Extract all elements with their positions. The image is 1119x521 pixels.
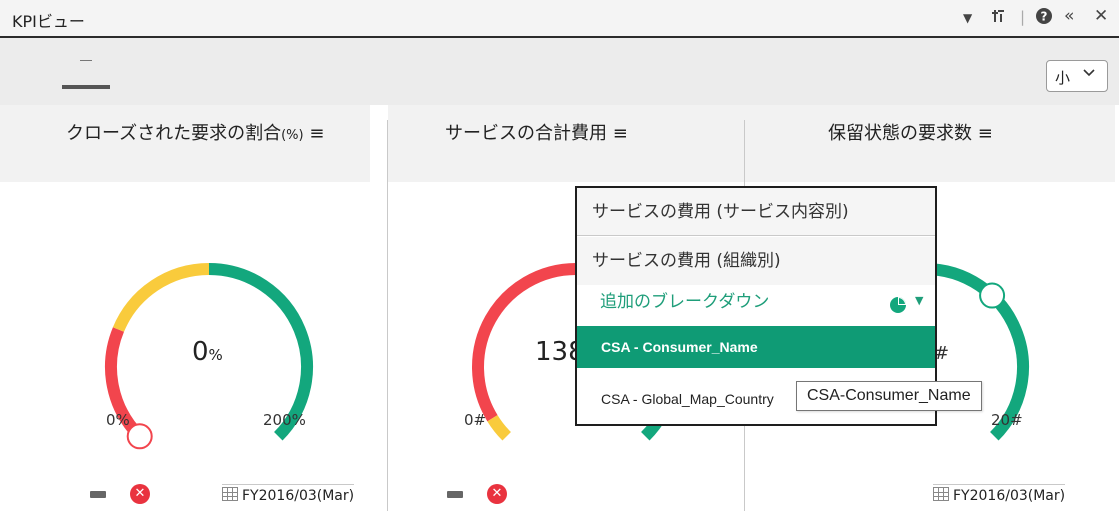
customize-icon[interactable] [992,8,1006,28]
gauge-max-label: 200% [263,411,306,429]
tab-dash [80,60,92,61]
dropdown-arrow-icon[interactable]: ▼ [963,11,972,25]
collapse-icon[interactable]: « [1064,6,1074,26]
gauge-yellow-segment [487,414,512,441]
calendar-icon [222,487,238,501]
dropdown-item-cost-by-service[interactable]: サービスの費用 (サービス内容別) [577,188,935,236]
remove-button[interactable]: ✕ [130,484,150,504]
gauge-max-label: 20# [991,411,1023,429]
gauge-min-label: 0% [106,411,130,429]
window-title: KPIビュー [12,12,85,31]
caret-down-icon[interactable]: ▼ [915,294,923,307]
svg-text:?: ? [1041,10,1048,24]
gauge-marker [979,282,1006,309]
gauge-yellow-segment [112,263,210,332]
gauge-min-label: 0# [464,411,487,429]
remove-button[interactable]: ✕ [487,484,507,504]
date-selector[interactable]: FY2016/03(Mar) [222,484,355,504]
minimize-button[interactable] [90,491,106,498]
gauge-chart [105,263,313,450]
help-icon[interactable]: ? [1036,8,1052,28]
chevron-down-icon [1083,67,1095,82]
view-toolbar [0,38,1119,105]
close-icon[interactable]: ✕ [1094,6,1108,26]
window-titlebar: KPIビュー ▼ | ? « ✕ [0,0,1119,38]
dropdown-option-consumer-name[interactable]: CSA - Consumer_Name [577,326,935,368]
calendar-icon [933,487,949,501]
kpi-panel-closed-requests: クローズされた要求の割合(%) ≡ 0% 0% 200% ✕ FY2016/03… [0,105,370,521]
size-select-value: 小 [1055,69,1071,87]
gauge-value: 0% [192,337,223,367]
separator: | [1020,8,1026,26]
active-tab-indicator[interactable] [62,85,110,89]
date-selector[interactable]: FY2016/03(Mar) [933,484,1066,504]
dropdown-item-cost-by-org[interactable]: サービスの費用 (組織別) [577,237,935,285]
minimize-button[interactable] [447,491,463,498]
additional-breakdown-label[interactable]: 追加のブレークダウン [600,287,769,312]
gauge-marker [126,423,153,450]
size-select[interactable]: 小 [1046,60,1108,92]
pie-chart-icon[interactable] [889,296,907,318]
tooltip: CSA-Consumer_Name [796,381,982,411]
